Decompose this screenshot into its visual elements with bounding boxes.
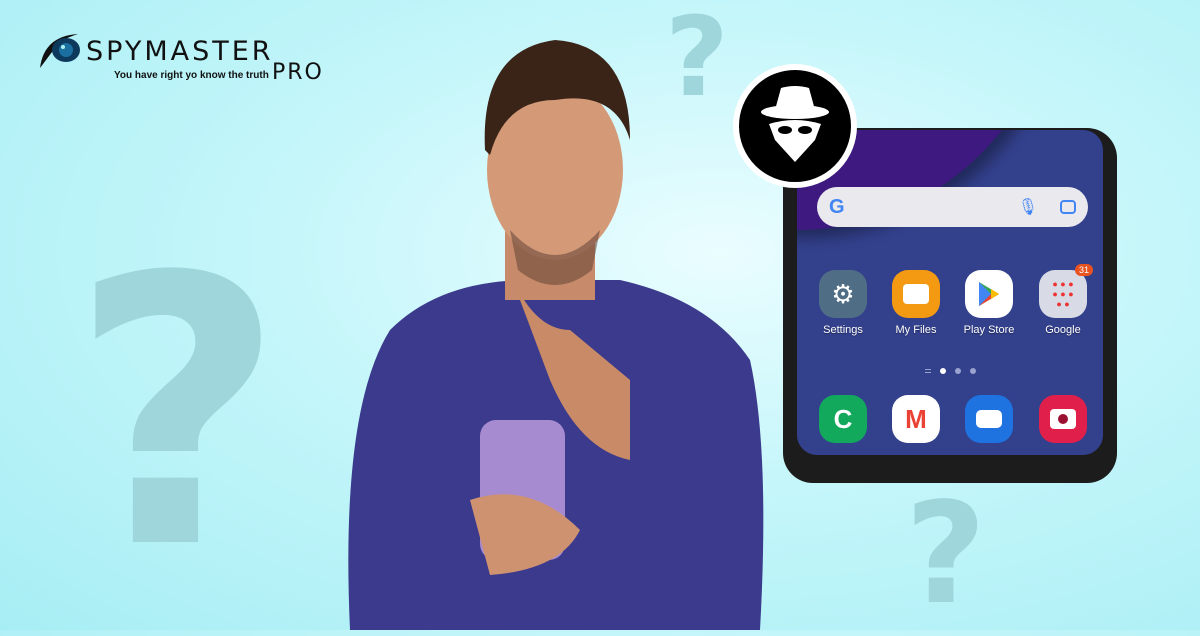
mic-icon[interactable]: 🎙: [1018, 197, 1038, 217]
app-my-files[interactable]: My Files: [881, 270, 951, 336]
tagline: You have right yo know the truth: [114, 70, 269, 81]
apps-list-indicator: [925, 369, 931, 373]
dock-phone[interactable]: C: [808, 395, 878, 443]
dock-camera[interactable]: [1028, 395, 1098, 443]
page-dot: [955, 368, 961, 374]
messages-icon: [965, 395, 1013, 443]
spy-badge: [733, 64, 857, 188]
folder-grid-icon: ● ● ● ● ● ● ● ● 31: [1039, 264, 1093, 318]
home-indicator: [940, 368, 946, 374]
brand-suffix: PRO: [272, 60, 324, 85]
app-label: Google: [1045, 324, 1081, 336]
camera-icon: [1039, 395, 1087, 443]
google-logo: G: [829, 195, 845, 218]
brand-name: SPYMASTER: [86, 36, 274, 67]
notification-badge: 31: [1074, 264, 1093, 276]
google-search-bar[interactable]: G 🎙: [817, 187, 1088, 227]
logo: SPYMASTER PRO You have right yo know the…: [34, 28, 344, 85]
dock-gmail[interactable]: M: [881, 395, 951, 443]
app-label: Settings: [823, 324, 863, 336]
question-mark-bottom: ?: [905, 473, 987, 636]
app-google-folder[interactable]: ● ● ● ● ● ● ● ● 31 Google: [1028, 264, 1098, 336]
phone-icon: C: [819, 395, 867, 443]
lens-icon[interactable]: [1060, 200, 1076, 214]
dock-messages[interactable]: [954, 395, 1024, 443]
page-indicator[interactable]: [925, 368, 976, 374]
app-settings[interactable]: ⚙ Settings: [808, 270, 878, 336]
app-label: Play Store: [963, 324, 1015, 336]
question-mark-large: ?: [70, 200, 285, 630]
thinking-man-image: [348, 40, 764, 630]
gmail-icon: M: [892, 395, 940, 443]
app-play-store[interactable]: Play Store: [954, 270, 1024, 336]
eye-icon: [40, 34, 80, 68]
play-store-icon: [965, 270, 1013, 318]
folder-icon: [892, 270, 940, 318]
app-label: My Files: [895, 324, 937, 336]
gear-icon: ⚙: [819, 270, 867, 318]
page-dot: [970, 368, 976, 374]
spy-icon: [761, 86, 829, 162]
